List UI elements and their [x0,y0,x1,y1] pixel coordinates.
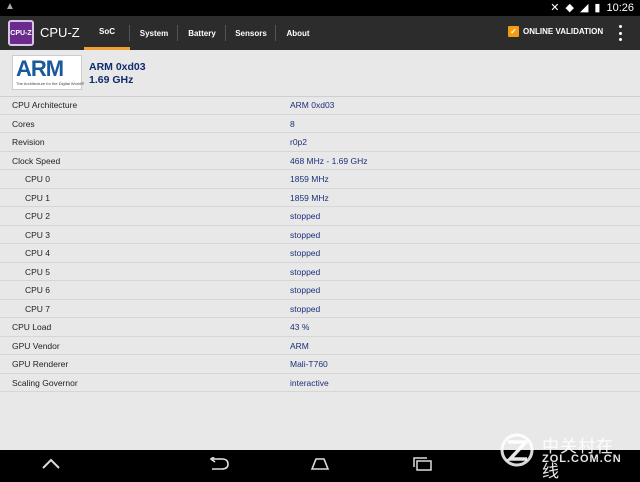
soc-panel: ARM The Architecture for the Digital Wor… [0,50,640,450]
tab-soc[interactable]: SoC [84,16,130,50]
table-row: CPU Load 43 % [0,318,640,337]
wifi-icon: ◆ [565,2,574,14]
tab-system[interactable]: System [130,16,178,50]
soc-frequency: 1.69 GHz [89,74,134,86]
table-row: Revision r0p2 [0,133,640,152]
table-row: GPU Renderer Mali-T760 [0,355,640,374]
status-bar: ▲ ✕ ◆ ◢ ▮ 10:26 [0,0,640,16]
hide-keyboard-icon[interactable] [42,457,60,471]
table-row: Clock Speed 468 MHz - 1.69 GHz [0,152,640,170]
home-icon[interactable] [309,457,331,471]
signal-icon: ◢ [579,2,589,14]
table-row: CPU 3 stopped [0,226,640,244]
soc-name: ARM 0xd03 [89,61,146,73]
tab-about[interactable]: About [276,16,320,50]
table-row: Cores 8 [0,115,640,133]
table-row: CPU 1 1859 MHz [0,189,640,207]
watermark-en: ZOL.COM.CN [542,453,622,465]
mute-icon: ✕ [550,2,560,14]
overflow-menu-icon[interactable] [616,25,624,41]
validation-label: ONLINE VALIDATION [523,27,604,36]
online-validation-button[interactable]: ✓ ONLINE VALIDATION [508,26,603,37]
recent-apps-icon[interactable] [411,457,433,471]
table-row: Scaling Governor interactive [0,374,640,392]
back-icon[interactable] [208,457,230,471]
app-title: CPU-Z [40,25,80,40]
table-row: CPU 6 stopped [0,281,640,300]
clock: 10:26 [606,1,634,14]
zol-logo-icon [500,433,534,467]
table-row: CPU 2 stopped [0,207,640,226]
soc-header: ARM The Architecture for the Digital Wor… [0,50,640,97]
table-row: CPU Architecture ARM 0xd03 [0,96,640,115]
tab-bar: SoC System Battery Sensors About [84,16,320,50]
table-row: CPU 4 stopped [0,244,640,263]
tab-sensors[interactable]: Sensors [226,16,276,50]
notification-icon: ▲ [5,1,15,12]
table-row: CPU 7 stopped [0,300,640,318]
validation-icon: ✓ [508,26,519,37]
cpuz-logo: CPU-Z [8,20,34,46]
action-bar: CPU-Z CPU-Z SoC System Battery Sensors A… [0,16,640,50]
table-row: CPU 0 1859 MHz [0,170,640,189]
watermark: 中关村在线 ZOL.COM.CN [498,430,628,482]
battery-icon: ▮ [594,2,601,14]
arm-logo: ARM The Architecture for the Digital Wor… [12,55,84,90]
table-row: CPU 5 stopped [0,263,640,281]
table-row: GPU Vendor ARM [0,337,640,355]
tab-battery[interactable]: Battery [178,16,226,50]
soc-info-list: CPU Architecture ARM 0xd03 Cores 8 Revisio… [0,96,640,392]
